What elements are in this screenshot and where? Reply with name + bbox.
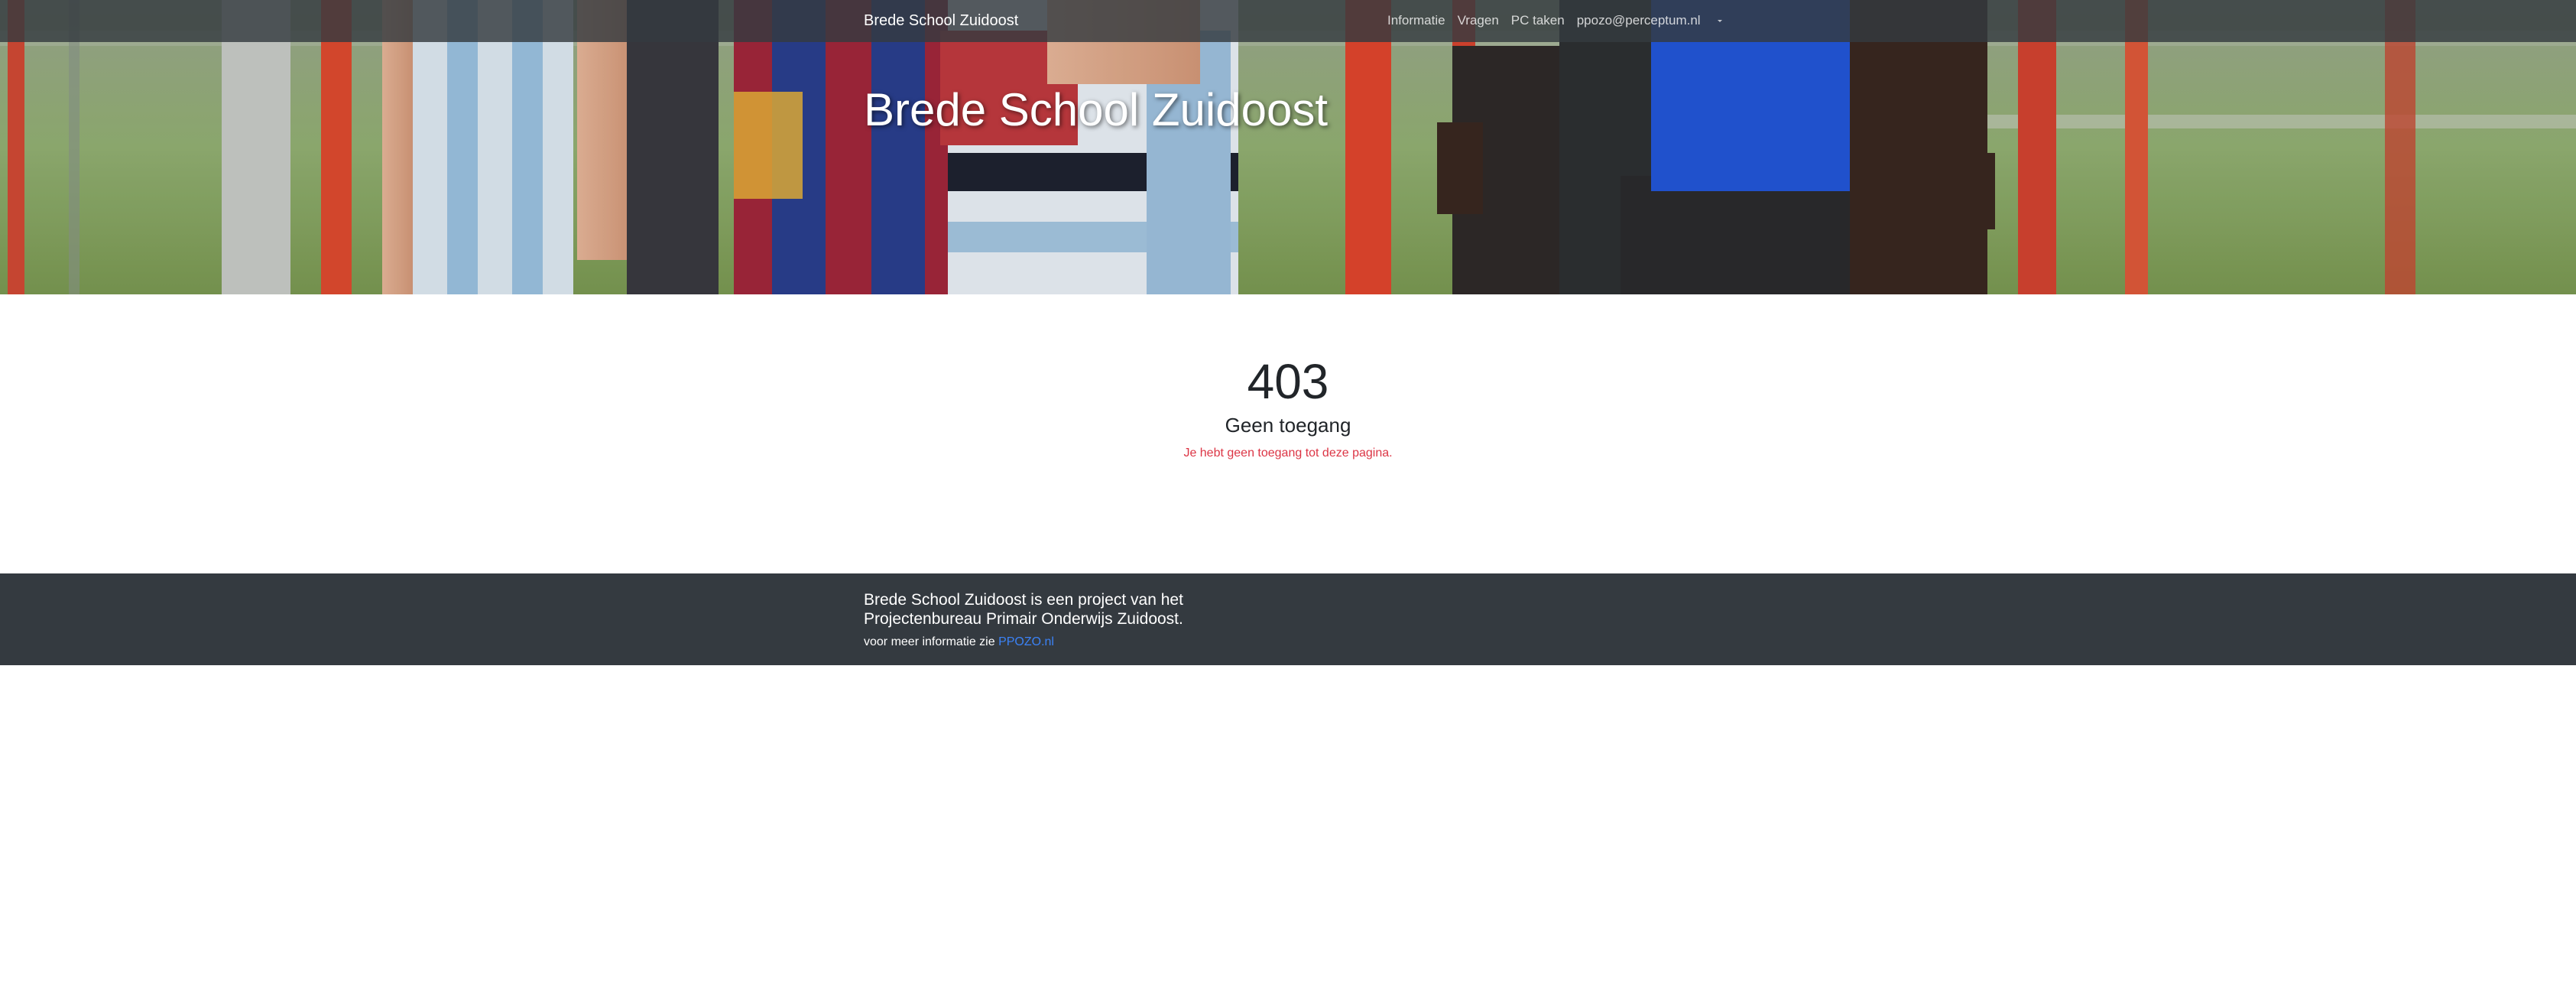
navbar: Brede School Zuidoost Informatie Vragen … [0, 0, 2576, 42]
error-code: 403 [1247, 354, 1329, 409]
page: Brede School Zuidoost Brede School Zuido… [0, 0, 2576, 981]
error-title: Geen toegang [1225, 414, 1351, 437]
nav-item-informatie[interactable]: Informatie [1387, 12, 1452, 29]
hero-title: Brede School Zuidoost [864, 84, 1329, 135]
footer-ppozo-link[interactable]: PPOZO.nl [998, 635, 1054, 648]
navbar-brand[interactable]: Brede School Zuidoost [864, 11, 1018, 31]
nav-item-user-account[interactable]: ppozo@perceptum.nl [1571, 12, 1707, 29]
nav-item-pc-taken[interactable]: PC taken [1505, 12, 1571, 29]
hero-banner: Brede School Zuidoost [0, 0, 2576, 294]
nav-item-vragen[interactable]: Vragen [1452, 12, 1505, 29]
hero-photo [0, 0, 2576, 294]
footer-more-info: voor meer informatie zie PPOZO.nl [864, 635, 1054, 650]
footer-more-info-label: voor meer informatie zie [864, 635, 995, 648]
error-section: 403 Geen toegang Je hebt geen toegang to… [0, 294, 2576, 573]
error-message: Je hebt geen toegang tot deze pagina. [1183, 447, 1393, 460]
footer: Brede School Zuidoost is een project van… [0, 573, 2576, 665]
navbar-menu: Informatie Vragen PC taken ppozo@percept… [1387, 12, 1722, 29]
footer-description: Brede School Zuidoost is een project van… [864, 591, 1183, 628]
caret-down-icon[interactable] [1717, 19, 1722, 22]
